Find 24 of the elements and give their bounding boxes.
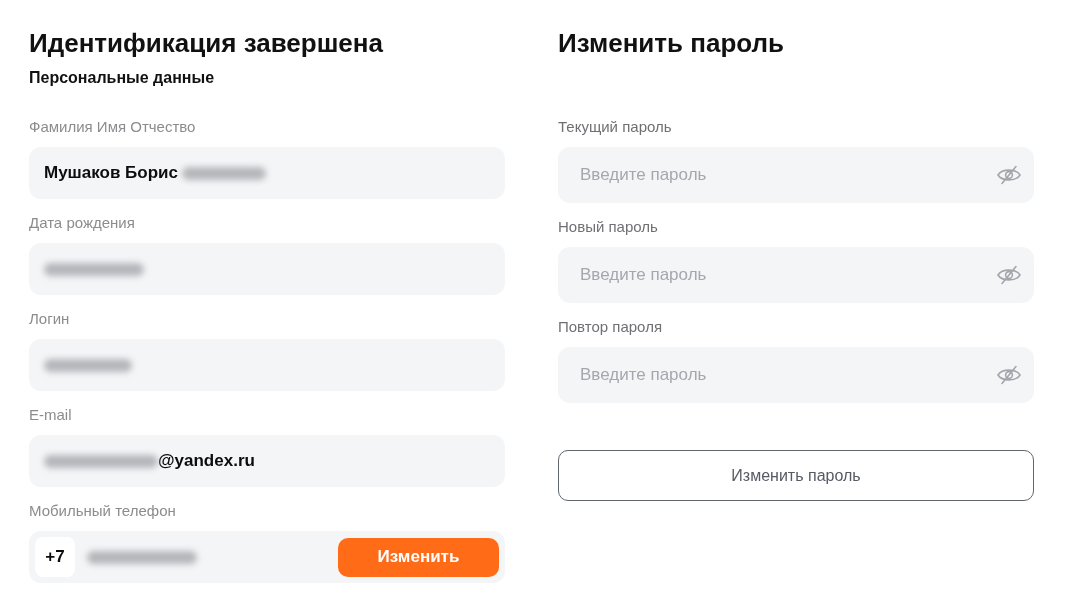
change-password-button[interactable]: Изменить пароль <box>558 450 1034 501</box>
input-field[interactable] <box>29 243 505 295</box>
password-field[interactable]: Введите пароль <box>558 347 1034 403</box>
field-label: Фамилия Имя Отчество <box>29 117 197 137</box>
field-label: Новый пароль <box>558 217 659 237</box>
eye-off-icon[interactable] <box>997 365 1021 385</box>
password-field[interactable]: Введите пароль <box>558 247 1034 303</box>
field-label: Текущий пароль <box>558 117 673 137</box>
input-field[interactable]: Мушаков Борис <box>29 147 505 199</box>
field-label: Мобильный телефон <box>29 501 177 521</box>
phone-field[interactable]: +7 Изменить <box>29 531 505 583</box>
eye-off-icon[interactable] <box>997 265 1021 285</box>
field-label: Повтор пароля <box>558 317 663 337</box>
section-title: Изменить пароль <box>558 27 786 59</box>
field-label: E-mail <box>29 405 73 425</box>
eye-off-icon[interactable] <box>997 165 1021 185</box>
input-field[interactable] <box>29 339 505 391</box>
input-field[interactable]: @yandex.ru <box>29 435 505 487</box>
page-title: Идентификация завершена <box>29 27 384 59</box>
password-field[interactable]: Введите пароль <box>558 147 1034 203</box>
field-label: Дата рождения <box>29 213 136 233</box>
country-code[interactable]: +7 <box>35 537 75 577</box>
section-title: Персональные данные <box>29 68 216 88</box>
field-label: Логин <box>29 309 71 329</box>
